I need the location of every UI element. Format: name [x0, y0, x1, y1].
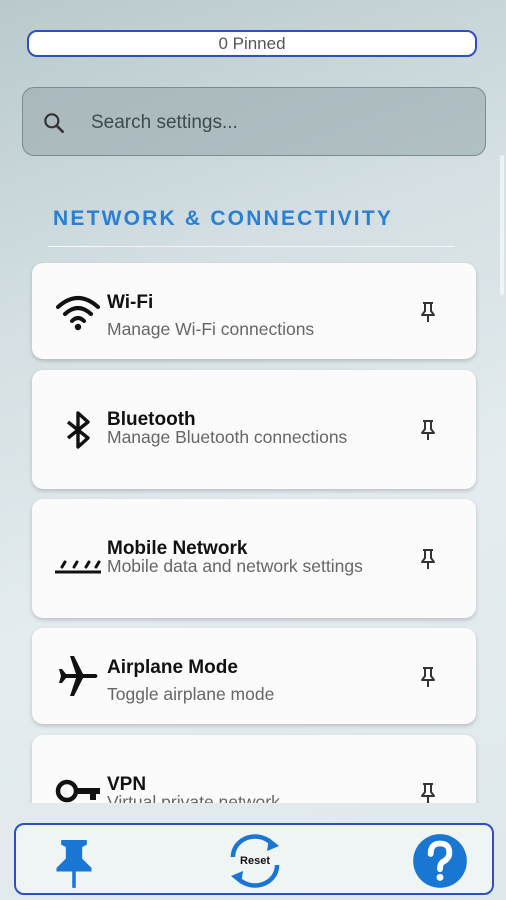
pin-icon[interactable] — [416, 665, 440, 689]
mobile-network-icon — [55, 560, 101, 574]
airplane-icon — [59, 656, 98, 696]
item-description: Manage Bluetooth connections — [107, 427, 348, 447]
item-description: Toggle airplane mode — [107, 684, 275, 704]
settings-list: Wi-Fi Manage Wi-Fi connections Bluetooth… — [0, 255, 506, 803]
bluetooth-icon — [66, 411, 90, 449]
item-description: Virtual private network — [107, 792, 280, 803]
bottom-toolbar: Reset — [14, 823, 494, 895]
list-item-vpn[interactable]: VPN Virtual private network — [32, 735, 476, 803]
item-description: Manage Wi-Fi connections — [107, 319, 315, 339]
pin-icon[interactable] — [416, 418, 440, 442]
wifi-icon — [56, 296, 100, 331]
pin-icon[interactable] — [416, 781, 440, 803]
key-icon — [55, 779, 100, 803]
list-item-airplane-mode[interactable]: Airplane Mode Toggle airplane mode — [32, 628, 476, 724]
item-description: Mobile data and network settings — [107, 556, 363, 576]
reset-button[interactable]: Reset — [223, 833, 287, 889]
search-bar[interactable] — [22, 87, 486, 156]
item-title: Airplane Mode — [107, 657, 238, 678]
search-input[interactable] — [89, 106, 463, 140]
pinned-filter-button[interactable] — [46, 833, 102, 889]
list-item-wifi[interactable]: Wi-Fi Manage Wi-Fi connections — [32, 263, 476, 359]
help-button[interactable] — [412, 833, 468, 889]
reset-label: Reset — [240, 855, 270, 867]
pinned-count-label: 0 Pinned — [218, 33, 286, 53]
section-divider — [48, 246, 455, 247]
list-item-mobile-network[interactable]: Mobile Network Mobile data and network s… — [32, 499, 476, 618]
search-icon — [44, 113, 64, 133]
pin-icon[interactable] — [416, 547, 440, 571]
list-item-bluetooth[interactable]: Bluetooth Manage Bluetooth connections — [32, 370, 476, 489]
section-title: NETWORK & CONNECTIVITY — [53, 207, 394, 230]
pin-icon[interactable] — [416, 300, 440, 324]
item-title: Wi-Fi — [107, 292, 154, 313]
pinned-count-bar[interactable]: 0 Pinned — [27, 30, 477, 57]
